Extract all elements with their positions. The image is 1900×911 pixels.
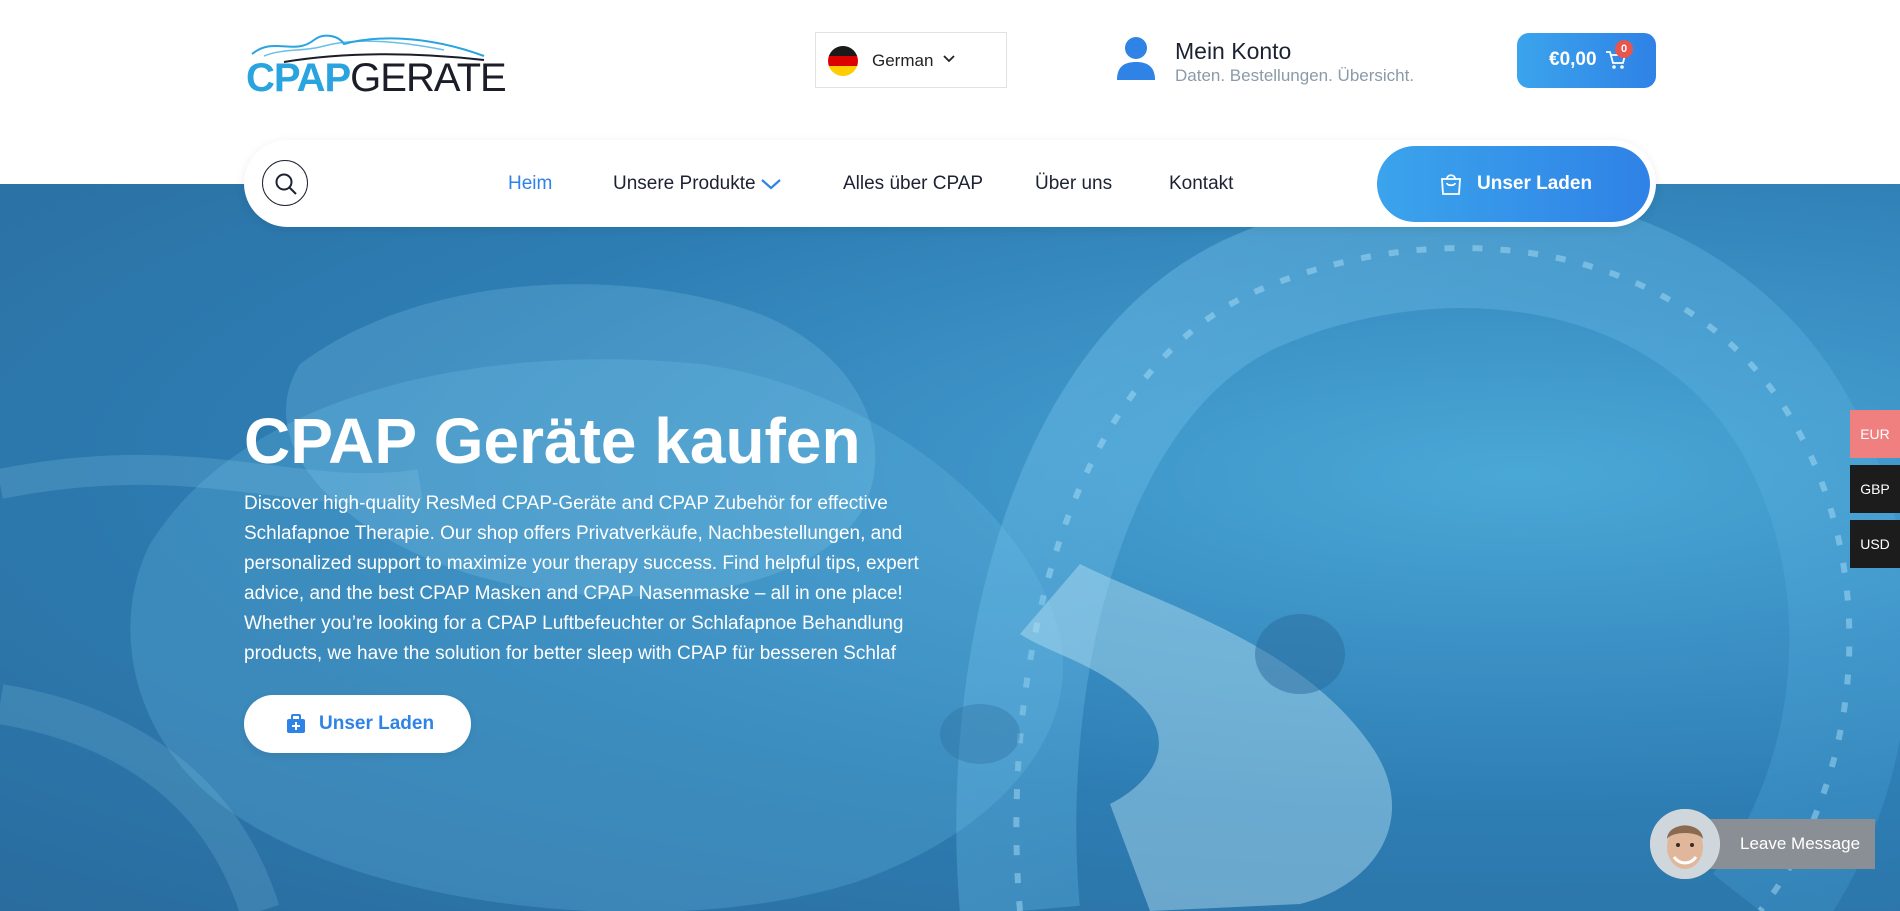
search-icon (275, 173, 297, 195)
site-logo[interactable]: CPAPGERATE (244, 26, 507, 100)
hero-shop-button-label: Unser Laden (319, 713, 435, 734)
nav-item-kontakt[interactable]: Kontakt (1169, 173, 1233, 195)
germany-flag-icon (828, 46, 858, 76)
chat-widget[interactable]: Leave Message (1650, 809, 1875, 879)
support-avatar[interactable] (1650, 809, 1720, 879)
user-icon (1117, 37, 1155, 80)
cart-count-badge: 0 (1615, 40, 1633, 58)
account-title: Mein Konto (1175, 38, 1292, 64)
nav-shop-button[interactable]: Unser Laden (1377, 146, 1650, 222)
leave-message-label: Leave Message (1740, 834, 1861, 853)
cart-button[interactable]: €0,00 0 (1517, 33, 1656, 88)
leave-message-button[interactable]: Leave Message (1700, 819, 1875, 869)
account-subtitle: Daten. Bestellungen. Übersicht. (1175, 66, 1415, 85)
nav-item-alles-ueber-cpap[interactable]: Alles über CPAP (843, 173, 983, 195)
logo-cpap: CPAP (246, 56, 351, 100)
logo-text: CPAPGERATE (246, 56, 507, 101)
hero-title: CPAP Geräte kaufen (244, 405, 861, 477)
hero-description: Discover high-quality ResMed CPAP-Geräte… (244, 493, 919, 664)
logo-gerate: GERATE (350, 56, 507, 100)
nav-item-unsere-produkte[interactable]: Unsere Produkte (613, 173, 756, 195)
nav-shop-button-label: Unser Laden (1477, 173, 1593, 194)
search-button[interactable] (262, 160, 308, 206)
currency-gbp[interactable]: GBP (1850, 465, 1900, 513)
language-selector[interactable]: German (815, 32, 1007, 88)
chevron-down-icon (943, 55, 955, 63)
nav-item-ueber-uns[interactable]: Über uns (1035, 173, 1112, 195)
nav-item-heim[interactable]: Heim (508, 173, 552, 195)
currency-eur[interactable]: EUR (1850, 410, 1900, 458)
medical-bag-icon (287, 714, 305, 733)
language-label: German (872, 51, 934, 70)
currency-usd[interactable]: USD (1850, 520, 1900, 568)
chevron-down-icon[interactable] (760, 177, 782, 191)
main-nav: Heim Unsere Produkte Alles über CPAP Übe… (244, 140, 1656, 227)
shopping-bag-icon (1441, 174, 1461, 195)
hero-shop-button[interactable]: Unser Laden (244, 695, 471, 753)
avatar-face-icon (1650, 809, 1720, 879)
cart-total: €0,00 (1549, 49, 1597, 70)
